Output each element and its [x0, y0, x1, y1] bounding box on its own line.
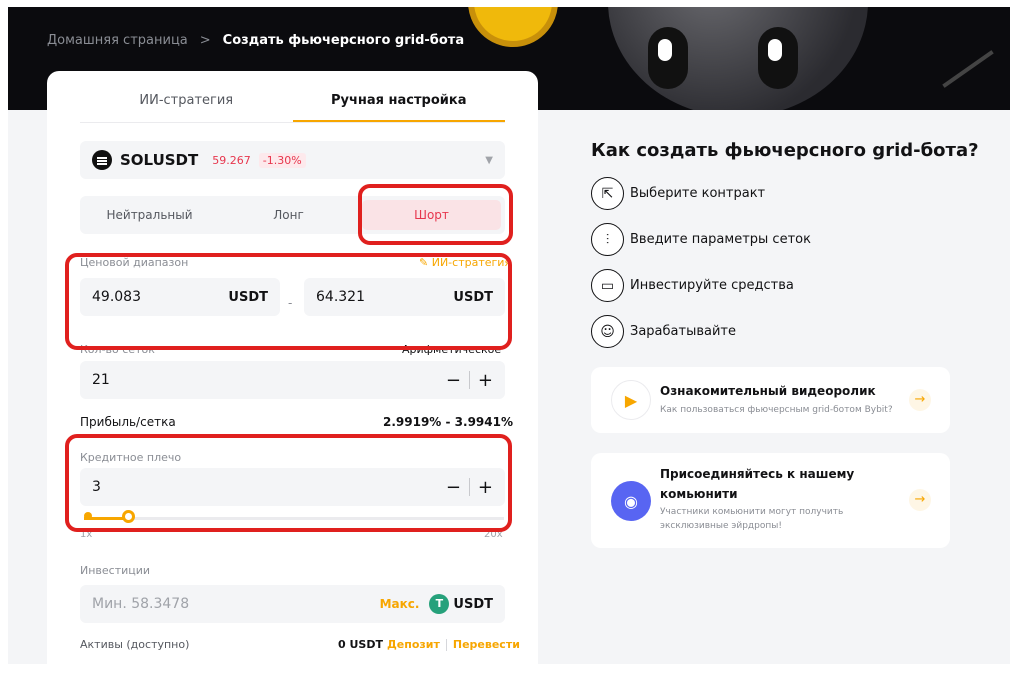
how-to-step: ☺ Зарабатывайте: [591, 315, 736, 348]
community-promo-title-line2: комьюнити: [660, 487, 738, 501]
tab-manual-setup[interactable]: Ручная настройка: [292, 93, 505, 122]
how-to-step: ⫶ Введите параметры сеток: [591, 223, 811, 256]
video-promo-title: Ознакомительный видеоролик: [660, 384, 876, 398]
max-button[interactable]: Макс.: [380, 597, 420, 611]
minus-icon[interactable]: −: [446, 370, 461, 391]
community-promo-card[interactable]: ◉ Присоединяйтесь к нашему комьюнити Уча…: [591, 453, 950, 548]
pair-change-badge: -1.30%: [258, 152, 306, 168]
profit-per-grid-label: Прибыль/сетка: [80, 415, 176, 429]
grid-count-stepper: − +: [446, 370, 493, 391]
mode-long-button[interactable]: Лонг: [219, 208, 358, 222]
video-promo-card[interactable]: ▶ Ознакомительный видеоролик Как пользов…: [591, 367, 950, 433]
robot-eye-right: [758, 27, 798, 89]
available-assets-label: Активы (доступно): [80, 638, 190, 651]
breadcrumb-current: Создать фьючерсного grid-бота: [222, 33, 465, 48]
stepper-divider: [468, 371, 470, 389]
highlight-leverage: [65, 434, 512, 532]
investment-currency: USDT: [453, 596, 493, 612]
link-divider: [445, 638, 447, 651]
step-label: Введите параметры сеток: [630, 232, 811, 247]
page-frame: Домашняя страница > Создать фьючерсного …: [8, 7, 1010, 664]
mode-neutral-button[interactable]: Нейтральный: [80, 208, 219, 222]
wallet-icon: ▭: [591, 269, 624, 302]
how-to-step: ▭ Инвестируйте средства: [591, 269, 794, 302]
pair-symbol: SOLUSDT: [120, 151, 199, 169]
available-assets: 0 USDT Депозит Перевести: [338, 638, 520, 651]
pair-price: 59.267: [212, 153, 251, 167]
step-label: Зарабатывайте: [630, 324, 736, 339]
video-promo-subtitle: Как пользоваться фьючерсным grid-ботом B…: [660, 405, 893, 415]
investment-input[interactable]: Мин. 58.3478 Макс. T USDT: [80, 585, 505, 623]
video-icon: ▶: [611, 380, 651, 420]
step-label: Выберите контракт: [630, 186, 766, 201]
how-to-step: ⇱ Выберите контракт: [591, 177, 765, 210]
profit-per-grid-value: 2.9919% - 3.9941%: [383, 415, 513, 429]
grid-count-value: 21: [92, 372, 110, 388]
robot-eye-left: [648, 27, 688, 89]
investment-placeholder: Мин. 58.3478: [92, 596, 190, 612]
tab-ai-strategy[interactable]: ИИ-стратегия: [80, 93, 293, 122]
discord-icon: ◉: [611, 481, 651, 521]
solana-icon: [92, 150, 112, 170]
strategy-tabs: ИИ-стратегия Ручная настройка: [80, 93, 505, 123]
coin-decoration: [468, 7, 558, 47]
sliders-icon: ⫶: [591, 223, 624, 256]
investment-label: Инвестиции: [80, 564, 151, 577]
robot-decoration: [608, 7, 868, 110]
breadcrumb-home-link[interactable]: Домашняя страница: [47, 33, 188, 48]
earn-icon: ☺: [591, 315, 624, 348]
plus-icon[interactable]: +: [478, 370, 493, 391]
deposit-link[interactable]: Депозит: [387, 638, 440, 651]
usdt-icon: T: [429, 594, 450, 614]
contract-select-icon: ⇱: [591, 177, 624, 210]
highlight-price-range: [65, 253, 512, 350]
community-promo-title-line1: Присоединяйтесь к нашему: [660, 467, 855, 481]
community-promo-subtitle-line1: Участники комьюнити могут получить: [660, 507, 844, 517]
transfer-link[interactable]: Перевести: [453, 638, 520, 651]
arrow-decoration: [942, 50, 994, 88]
pair-selector[interactable]: SOLUSDT 59.267 -1.30% ▼: [80, 141, 505, 179]
available-balance: 0 USDT: [338, 638, 383, 651]
community-promo-subtitle-line2: эксклюзивные эйрдропы!: [660, 521, 782, 531]
bot-setup-card: ИИ-стратегия Ручная настройка SOLUSDT 59…: [47, 71, 538, 664]
breadcrumb: Домашняя страница > Создать фьючерсного …: [47, 33, 464, 48]
how-to-title: Как создать фьючерсного grid-бота?: [591, 140, 979, 161]
chevron-right-icon: >: [199, 33, 211, 48]
arrow-right-icon[interactable]: →: [909, 489, 931, 511]
caret-down-icon: ▼: [485, 154, 493, 166]
grid-count-input[interactable]: 21 − +: [80, 361, 505, 399]
step-label: Инвестируйте средства: [630, 278, 794, 293]
arrow-right-icon[interactable]: →: [909, 389, 931, 411]
highlight-short-mode: [358, 184, 513, 245]
